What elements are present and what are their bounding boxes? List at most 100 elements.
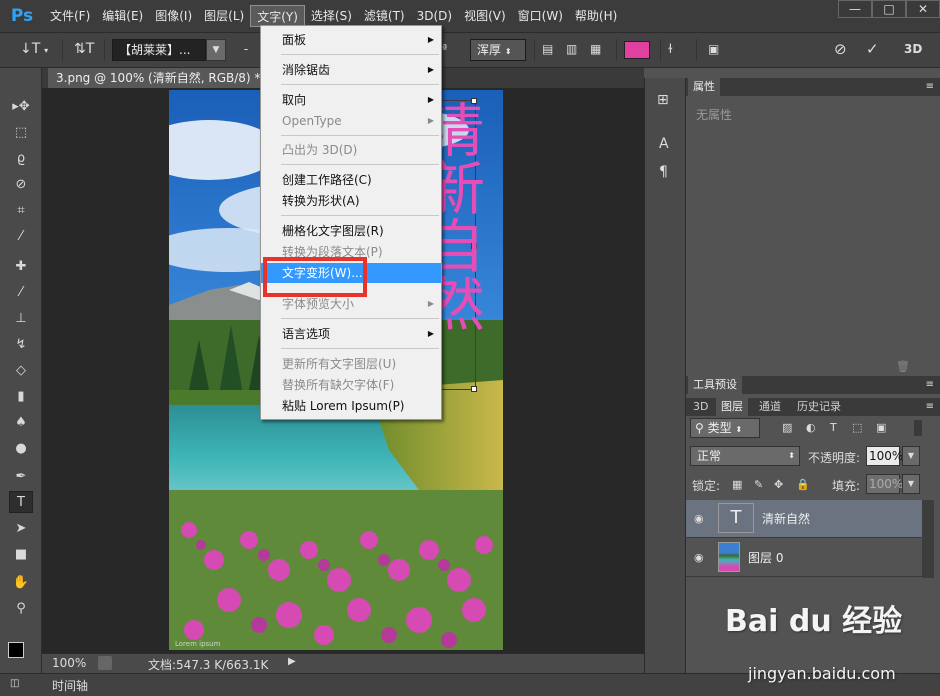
lock-position-icon[interactable]: ✥ <box>774 478 783 491</box>
minimize-button[interactable]: — <box>838 0 872 18</box>
status-menu-icon[interactable] <box>98 656 112 670</box>
menu-item-panels[interactable]: 面板 ▶ <box>261 30 441 50</box>
menu-item-font-preview-size[interactable]: 字体预览大小 ▶ <box>261 294 441 314</box>
layers-scrollbar[interactable] <box>922 500 934 578</box>
menu-item-replace-missing-fonts[interactable]: 替换所有缺欠字体(F) <box>261 375 441 395</box>
menu-item-antialias[interactable]: 消除锯齿 ▶ <box>261 60 441 80</box>
toggle-orientation-icon[interactable]: ⇅T <box>74 39 94 61</box>
menu-view[interactable]: 视图(V) <box>458 5 512 27</box>
path-selection-tool-icon[interactable]: ➤ <box>9 518 33 540</box>
filter-adjust-icon[interactable]: ◐ <box>806 421 816 434</box>
panel-menu-icon[interactable]: ≡ <box>926 376 934 394</box>
menu-file[interactable]: 文件(F) <box>44 5 96 27</box>
menu-item-create-work-path[interactable]: 创建工作路径(C) <box>261 170 441 190</box>
menu-item-rasterize-type[interactable]: 栅格化文字图层(R) <box>261 221 441 241</box>
clone-stamp-tool-icon[interactable]: ⊥ <box>9 308 33 330</box>
delete-icon[interactable]: 🗑 <box>896 360 910 373</box>
fill-dropdown[interactable]: ▼ <box>902 474 920 494</box>
filter-toggle[interactable] <box>914 420 922 436</box>
menu-edit[interactable]: 编辑(E) <box>96 5 149 27</box>
warp-text-icon[interactable]: ɫ <box>668 39 686 61</box>
visibility-eye-icon[interactable]: ◉ <box>694 551 708 565</box>
zoom-tool-icon[interactable]: ⚲ <box>9 598 33 620</box>
quick-selection-tool-icon[interactable]: ⊘ <box>9 174 33 196</box>
font-family-dropdown-button[interactable]: ▼ <box>206 39 226 61</box>
crop-tool-icon[interactable]: ⌗ <box>9 200 33 222</box>
close-button[interactable]: ✕ <box>906 0 940 18</box>
tab-layers[interactable]: 图层 <box>716 398 748 416</box>
filter-type-icon[interactable]: T <box>830 421 837 434</box>
lock-all-icon[interactable]: 🔒 <box>796 478 810 491</box>
commit-icon[interactable]: ✓ <box>866 39 886 61</box>
pen-tool-icon[interactable]: ✒ <box>9 466 33 488</box>
menu-type[interactable]: 文字(Y) <box>250 5 305 27</box>
history-brush-tool-icon[interactable]: ↯ <box>9 334 33 356</box>
tool-presets-tab[interactable]: 工具预设 <box>688 376 742 394</box>
blur-tool-icon[interactable]: ♠ <box>9 412 33 434</box>
menu-item-convert-to-shape[interactable]: 转换为形状(A) <box>261 191 441 211</box>
layer-row[interactable]: ◉ T 清新自然 <box>686 500 922 538</box>
align-right-icon[interactable]: ▦ <box>590 39 608 61</box>
tab-channels[interactable]: 通道 <box>754 398 786 416</box>
lock-pixels-icon[interactable]: ✎ <box>754 478 763 491</box>
menu-select[interactable]: 选择(S) <box>305 5 358 27</box>
menu-item-extrude-3d[interactable]: 凸出为 3D(D) <box>261 140 441 160</box>
paragraph-panel-icon[interactable]: ¶ <box>659 164 668 180</box>
maximize-button[interactable]: □ <box>872 0 906 18</box>
eyedropper-tool-icon[interactable]: ⁄ <box>9 226 33 248</box>
menu-item-opentype[interactable]: OpenType ▶ <box>261 111 441 131</box>
menu-image[interactable]: 图像(I) <box>149 5 198 27</box>
cancel-icon[interactable]: ⊘ <box>834 39 854 61</box>
text-color-swatch[interactable] <box>624 41 650 59</box>
filter-shape-icon[interactable]: ⬚ <box>852 421 862 434</box>
dodge-tool-icon[interactable]: ● <box>9 438 33 460</box>
type-tool-preset-icon[interactable]: ↓T ▾ <box>20 39 50 61</box>
layer-name[interactable]: 图层 0 <box>748 549 783 566</box>
menu-3d[interactable]: 3D(D) <box>411 5 458 27</box>
lock-transparent-icon[interactable]: ▦ <box>732 478 742 491</box>
blend-mode-select[interactable]: 正常 ⬍ <box>690 446 800 466</box>
lasso-tool-icon[interactable]: ϱ <box>9 148 33 170</box>
filter-pixel-icon[interactable]: ▨ <box>782 421 792 434</box>
menu-item-update-all-text-layers[interactable]: 更新所有文字图层(U) <box>261 354 441 374</box>
move-tool-icon[interactable]: ▸✥ <box>9 96 33 118</box>
history-panel-icon[interactable]: ⊞ <box>657 92 669 108</box>
layer-name[interactable]: 清新自然 <box>762 510 810 527</box>
properties-tab[interactable]: 属性 <box>688 78 720 96</box>
zoom-level[interactable]: 100% <box>52 656 86 670</box>
eraser-tool-icon[interactable]: ◇ <box>9 360 33 382</box>
foreground-color-swatch[interactable] <box>8 642 24 658</box>
opacity-dropdown[interactable]: ▼ <box>902 446 920 466</box>
character-panel-icon[interactable]: ▣ <box>708 39 728 61</box>
menu-help[interactable]: 帮助(H) <box>569 5 623 27</box>
menu-item-language-options[interactable]: 语言选项 ▶ <box>261 324 441 344</box>
align-center-icon[interactable]: ▥ <box>566 39 584 61</box>
timeline-label[interactable]: 时间轴 <box>52 677 88 694</box>
rectangle-tool-icon[interactable]: ■ <box>9 544 33 566</box>
filter-smart-icon[interactable]: ▣ <box>876 421 886 434</box>
healing-brush-tool-icon[interactable]: ✚ <box>9 256 33 278</box>
layer-row[interactable]: ◉ 图层 0 <box>686 539 922 577</box>
menu-layer[interactable]: 图层(L) <box>198 5 250 27</box>
document-tab[interactable]: 3.png @ 100% (清新自然, RGB/8) * × <box>48 68 291 88</box>
menu-item-paste-lorem-ipsum[interactable]: 粘贴 Lorem Ipsum(P) <box>261 396 441 416</box>
type-tool-icon[interactable]: T <box>9 491 33 513</box>
brush-tool-icon[interactable]: ⁄ <box>9 282 33 304</box>
fill-input[interactable]: 100% <box>866 474 903 494</box>
visibility-eye-icon[interactable]: ◉ <box>694 512 708 526</box>
font-style-select[interactable]: - <box>236 39 256 61</box>
menu-window[interactable]: 窗口(W) <box>512 5 569 27</box>
marquee-tool-icon[interactable]: ⬚ <box>9 122 33 144</box>
panel-menu-icon[interactable]: ≡ <box>926 398 934 416</box>
opacity-input[interactable]: 100% <box>866 446 903 466</box>
antialias-select[interactable]: 浑厚 ⬍ <box>470 39 526 61</box>
layer-filter-select[interactable]: ⚲ 类型 ⬍ <box>690 418 760 438</box>
panel-menu-icon[interactable]: ≡ <box>926 78 934 96</box>
tab-history[interactable]: 历史记录 <box>792 398 846 416</box>
hand-tool-icon[interactable]: ✋ <box>9 572 33 594</box>
tab-3d[interactable]: 3D <box>688 398 713 416</box>
menu-item-orientation[interactable]: 取向 ▶ <box>261 90 441 110</box>
menu-filter[interactable]: 滤镜(T) <box>358 5 411 27</box>
font-family-select[interactable]: 【胡莱莱】... <box>112 39 206 61</box>
3d-mode-button[interactable]: 3D <box>904 39 928 61</box>
